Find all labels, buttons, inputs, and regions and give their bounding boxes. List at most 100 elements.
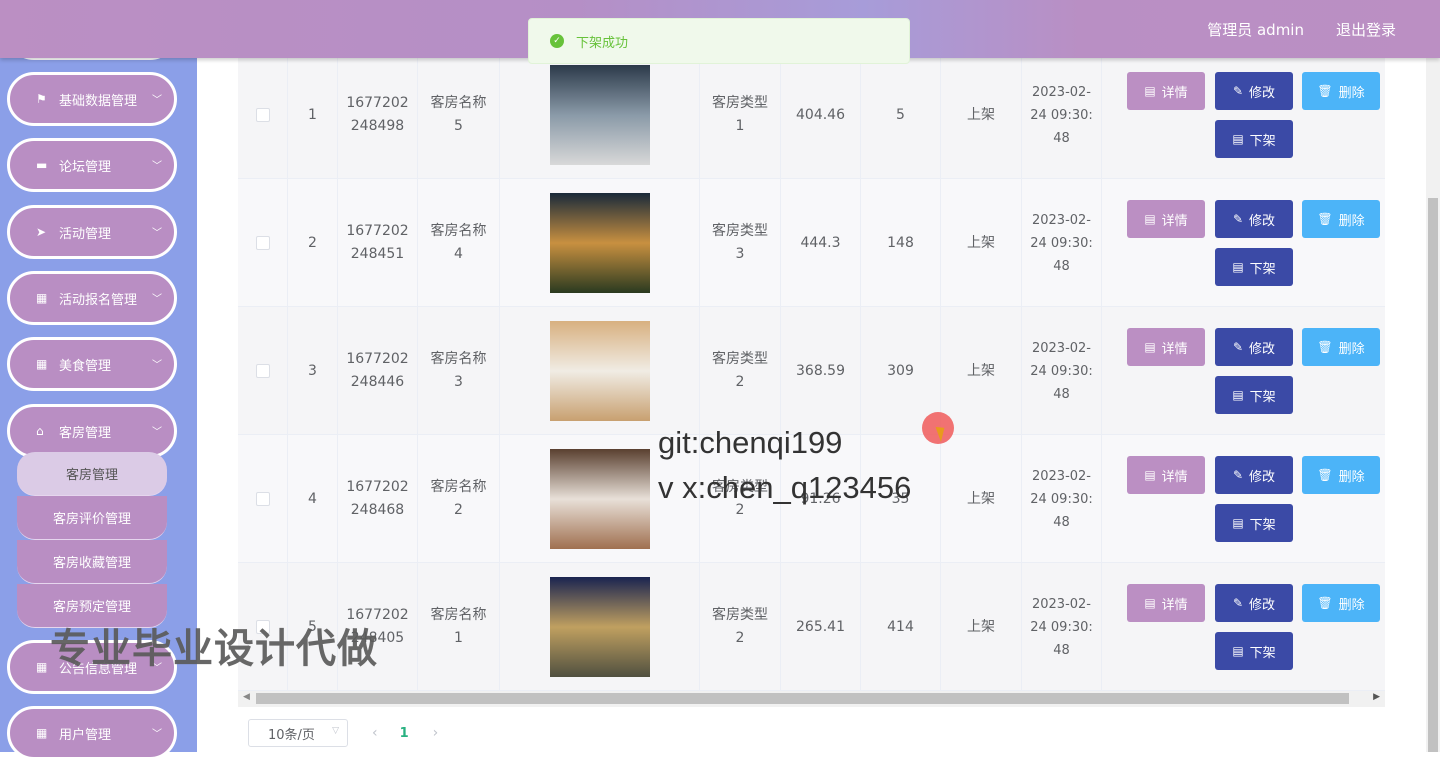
grid-icon: ▦ <box>36 660 48 674</box>
edit-button[interactable]: ✎ 修改 <box>1215 328 1293 366</box>
next-page-icon[interactable]: › <box>433 725 439 741</box>
room-image <box>549 577 650 677</box>
page-size-value: 10条/页 <box>268 727 315 743</box>
delete-button[interactable]: 🗑 删除 <box>1302 456 1380 494</box>
room-status: 上架 <box>941 563 1022 691</box>
send-icon: ➤ <box>36 225 47 239</box>
horizontal-scrollbar[interactable]: ◀ ▶ <box>238 691 1385 707</box>
room-id: 1677202 248498 <box>338 51 418 179</box>
off-shelf-button[interactable]: ▤ 下架 <box>1215 120 1293 158</box>
room-id-text: 1677202 248446 <box>346 351 409 390</box>
delete-button[interactable]: 🗑 删除 <box>1302 328 1380 366</box>
room-id: 1677202 248451 <box>338 179 418 307</box>
edit-label: 修改 <box>1249 597 1276 613</box>
edit-label: 修改 <box>1249 341 1276 357</box>
room-type: 客房类型 2 <box>700 563 781 691</box>
table-row: 2 1677202 248451 客房名称4 客房类型 3 444.3 148 上架 2023-0… <box>238 179 1385 307</box>
off-shelf-button[interactable]: ▤ 下架 <box>1215 632 1293 670</box>
delete-button[interactable]: 🗑 删除 <box>1302 584 1380 622</box>
created-date-text: 2023-02-24 09:30:48 <box>1030 340 1093 402</box>
document-icon: ▤ <box>1232 388 1244 402</box>
logout-link[interactable]: 退出登录 <box>1336 19 1396 40</box>
sidebar-item-label: 活动管理 <box>59 226 112 242</box>
pencil-icon: ✎ <box>1232 340 1244 354</box>
delete-label: 删除 <box>1338 85 1365 101</box>
detail-button[interactable]: ▤ 详情 <box>1127 200 1205 238</box>
edit-label: 修改 <box>1249 85 1276 101</box>
room-id-text: 1677202 248451 <box>346 223 409 262</box>
room-image-cell <box>500 307 700 435</box>
room-type: 客房类型 3 <box>700 179 781 307</box>
created-date: 2023-02-24 09:30:48 <box>1022 179 1102 307</box>
watermark-wx: v x:chen_q123456 <box>658 470 912 505</box>
created-date-text: 2023-02-24 09:30:48 <box>1030 468 1093 530</box>
detail-button[interactable]: ▤ 详情 <box>1127 456 1205 494</box>
delete-button[interactable]: 🗑 删除 <box>1302 200 1380 238</box>
sidebar-item[interactable]: ⚑ 基础数据管理 ﹀ <box>7 72 177 126</box>
sidebar-item[interactable]: ▬ 论坛管理 ﹀ <box>7 138 177 192</box>
delete-button[interactable]: 🗑 删除 <box>1302 72 1380 110</box>
row-checkbox[interactable] <box>255 492 270 506</box>
room-type: 客房类型 2 <box>700 307 781 435</box>
off-shelf-label: 下架 <box>1249 133 1276 149</box>
room-status: 上架 <box>941 435 1022 563</box>
checkbox-cell <box>238 51 288 179</box>
room-type-text: 客房类型 2 <box>712 607 768 646</box>
room-name: 客房名称2 <box>418 435 500 563</box>
prev-page-icon[interactable]: ‹ <box>372 725 378 741</box>
document-icon: ▤ <box>1144 84 1156 98</box>
pencil-icon: ✎ <box>1232 212 1244 226</box>
detail-button[interactable]: ▤ 详情 <box>1127 72 1205 110</box>
off-shelf-button[interactable]: ▤ 下架 <box>1215 504 1293 542</box>
page-number[interactable]: 1 <box>400 726 409 741</box>
chat-icon: ▬ <box>36 158 48 172</box>
sidebar-subitem[interactable]: 客房管理 <box>17 452 167 496</box>
sidebar-item[interactable]: ⌂ 客房管理 ﹀ <box>7 404 177 458</box>
scroll-right-icon[interactable]: ▶ <box>1373 692 1380 702</box>
document-icon: ▤ <box>1232 260 1244 274</box>
grid-icon: ▦ <box>36 357 48 371</box>
vertical-scrollbar-thumb[interactable] <box>1428 198 1438 752</box>
room-name: 客房名称3 <box>418 307 500 435</box>
sidebar-item-label: 活动报名管理 <box>59 292 138 308</box>
chevron-down-icon: ﹀ <box>152 95 162 106</box>
document-icon: ▤ <box>1232 516 1244 530</box>
delete-label: 删除 <box>1338 213 1365 229</box>
pencil-icon: ✎ <box>1232 84 1244 98</box>
row-checkbox[interactable] <box>255 364 270 378</box>
check-circle-icon: ✓ <box>550 34 564 48</box>
vertical-scrollbar[interactable] <box>1426 58 1440 752</box>
scroll-left-icon[interactable]: ◀ <box>243 692 250 702</box>
room-type-text: 客房类型 2 <box>712 351 768 390</box>
detail-button[interactable]: ▤ 详情 <box>1127 328 1205 366</box>
room-type-text: 客房类型 3 <box>712 223 768 262</box>
edit-button[interactable]: ✎ 修改 <box>1215 456 1293 494</box>
room-price: 404.46 <box>781 51 861 179</box>
chevron-down-icon: ﹀ <box>152 294 162 305</box>
sidebar-subitem[interactable]: 客房收藏管理 <box>17 540 167 584</box>
room-id-text: 1677202 248498 <box>346 95 409 134</box>
page-size-select[interactable]: 10条/页 ▽ <box>248 719 348 747</box>
off-shelf-button[interactable]: ▤ 下架 <box>1215 376 1293 414</box>
delete-label: 删除 <box>1338 341 1365 357</box>
edit-button[interactable]: ✎ 修改 <box>1215 72 1293 110</box>
sidebar-subitem[interactable]: 客房评价管理 <box>17 496 167 540</box>
detail-button[interactable]: ▤ 详情 <box>1127 584 1205 622</box>
room-id: 1677202 248446 <box>338 307 418 435</box>
scrollbar-thumb[interactable] <box>256 693 1349 704</box>
trash-icon: 🗑 <box>1317 596 1333 610</box>
row-checkbox[interactable] <box>255 108 270 122</box>
created-date-text: 2023-02-24 09:30:48 <box>1030 596 1093 658</box>
edit-button[interactable]: ✎ 修改 <box>1215 200 1293 238</box>
sidebar-item[interactable]: ➤ 活动管理 ﹀ <box>7 205 177 259</box>
trash-icon: 🗑 <box>1317 468 1333 482</box>
sidebar-item[interactable]: ▦ 活动报名管理 ﹀ <box>7 271 177 325</box>
chevron-down-icon: ﹀ <box>152 161 162 172</box>
edit-button[interactable]: ✎ 修改 <box>1215 584 1293 622</box>
row-checkbox[interactable] <box>255 236 270 250</box>
sidebar-item[interactable]: ▦ 美食管理 ﹀ <box>7 337 177 391</box>
room-status: 上架 <box>941 51 1022 179</box>
sidebar-item-label: 客房管理 <box>59 425 112 441</box>
room-name-text: 客房名称2 <box>430 479 487 518</box>
off-shelf-button[interactable]: ▤ 下架 <box>1215 248 1293 286</box>
